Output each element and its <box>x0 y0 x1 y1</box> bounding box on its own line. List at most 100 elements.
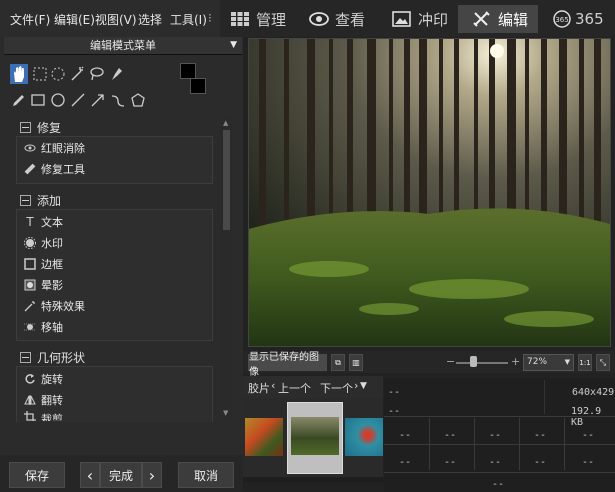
collapse-icon <box>20 195 31 206</box>
exif-cell: -- <box>399 430 412 441</box>
tab-develop[interactable]: 冲印 <box>386 5 462 33</box>
eye-icon <box>309 11 329 27</box>
365-icon: 365 <box>553 10 571 28</box>
one-to-one-button[interactable]: 1:1 <box>578 354 592 371</box>
ellipse-icon[interactable] <box>50 92 66 108</box>
line-icon[interactable] <box>70 92 86 108</box>
pen-icon[interactable] <box>10 92 26 108</box>
tab-view[interactable]: 查看 <box>303 5 379 33</box>
thumbnail-forest <box>291 417 339 455</box>
grid-icon <box>230 11 250 27</box>
photo-view[interactable] <box>248 38 611 347</box>
rotate-icon <box>24 373 36 385</box>
panel-dropdown-icon[interactable]: ▼ <box>230 37 237 54</box>
exif-cell: -- <box>582 457 595 468</box>
magic-wand-icon[interactable] <box>69 66 85 82</box>
finish-button[interactable]: 完成 <box>100 462 142 488</box>
zoom-select[interactable]: 72% ▼ <box>523 354 574 371</box>
tab-manage[interactable]: 管理 <box>226 5 300 33</box>
arrow-icon[interactable] <box>90 92 106 108</box>
menu-tools[interactable]: 工具(I) <box>170 11 207 28</box>
foreground-color-swatch[interactable] <box>180 63 196 79</box>
previous-button[interactable]: ‹ <box>80 462 100 488</box>
chevron-right-icon[interactable]: › <box>354 379 358 392</box>
list-item-flip[interactable]: 翻转 <box>24 392 63 408</box>
prev-image-link[interactable]: 上一个 <box>278 380 311 396</box>
zoom-in-icon[interactable]: + <box>511 355 520 368</box>
bandage-icon <box>24 163 36 175</box>
curve-icon[interactable] <box>110 92 126 108</box>
exif-cell: -- <box>489 457 502 468</box>
polygon-icon[interactable] <box>130 92 146 108</box>
tab-edit-label: 编辑 <box>498 10 529 29</box>
show-saved-image-button[interactable]: 显示已保存的图像 <box>248 352 327 378</box>
watermark-icon <box>24 237 36 249</box>
scroll-up-icon[interactable]: ▲ <box>223 119 228 127</box>
fit-icon[interactable]: ⤡ <box>596 354 610 371</box>
photo-icon <box>392 11 412 27</box>
list-item-special-effects[interactable]: 特殊效果 <box>24 298 85 314</box>
list-item-border[interactable]: 边框 <box>24 256 63 272</box>
svg-text:365: 365 <box>555 16 568 24</box>
histogram-icon[interactable]: ▥ <box>349 354 363 371</box>
zoom-value: 72% <box>527 357 548 367</box>
background-color-swatch[interactable] <box>190 78 206 94</box>
section-repair[interactable]: 修复 <box>20 119 61 136</box>
thumbnail-autumn[interactable] <box>245 418 283 456</box>
menu-file[interactable]: 文件(F) <box>10 11 50 28</box>
filmstrip-scrollbar[interactable] <box>243 477 383 482</box>
chevron-left-icon[interactable]: ‹ <box>271 379 275 392</box>
zoom-slider-handle[interactable] <box>470 356 477 367</box>
scroll-down-icon[interactable]: ▼ <box>223 409 228 417</box>
thumbnail-red-leaf[interactable] <box>345 418 383 456</box>
exif-cell: -- <box>489 430 502 441</box>
filmstrip-header: 胶片 ‹ 上一个 下一个 › ▼ <box>243 376 383 398</box>
zoom-slider[interactable] <box>456 362 508 364</box>
image-dimensions: 640x429 <box>572 387 615 398</box>
menu-edit[interactable]: 编辑(E) <box>54 11 95 28</box>
rect-select-icon[interactable] <box>32 66 48 82</box>
forest-photo <box>249 39 610 346</box>
section-add[interactable]: 添加 <box>20 192 61 209</box>
filmstrip-dropdown-icon[interactable]: ▼ <box>360 381 367 391</box>
flip-icon <box>24 394 36 406</box>
list-item-tilt-shift[interactable]: 移轴 <box>24 319 63 335</box>
panel-header[interactable]: 编辑模式菜单 ▼ <box>4 37 242 55</box>
next-image-link[interactable]: 下一个 <box>320 380 353 396</box>
list-item-redeye[interactable]: 红眼消除 <box>24 140 85 156</box>
hand-tool-icon[interactable] <box>10 64 28 84</box>
section-geometry[interactable]: 几何形状 <box>20 349 85 366</box>
menu-select[interactable]: 选择 <box>138 11 162 28</box>
cancel-button[interactable]: 取消 <box>178 462 234 488</box>
list-item-text[interactable]: T 文本 <box>24 214 63 230</box>
compare-icon[interactable]: ⧉ <box>331 354 345 371</box>
rectangle-icon[interactable] <box>30 92 46 108</box>
zoom-out-icon[interactable]: − <box>446 355 455 368</box>
lasso-icon[interactable] <box>88 66 104 82</box>
vignette-icon <box>24 279 36 291</box>
thumbnail-selected-frame[interactable] <box>287 402 343 474</box>
filmstrip <box>243 398 383 482</box>
ellipse-select-icon[interactable] <box>50 66 66 82</box>
menu-view[interactable]: 视图(V) <box>95 11 137 28</box>
list-item-crop[interactable]: 裁剪 <box>24 411 63 421</box>
list-item-rotate[interactable]: 旋转 <box>24 371 63 387</box>
collapse-icon <box>20 122 31 133</box>
info-row1-left: -- <box>388 387 401 398</box>
refine-brush-icon[interactable] <box>108 66 124 82</box>
panel-scroll-thumb[interactable] <box>223 130 230 230</box>
list-item-vignette[interactable]: 晕影 <box>24 277 63 293</box>
save-button[interactable]: 保存 <box>9 462 65 488</box>
magic-icon <box>24 300 36 312</box>
section-add-title: 添加 <box>37 194 62 208</box>
tab-edit[interactable]: 编辑 <box>458 5 538 33</box>
tab-view-label: 查看 <box>335 10 366 29</box>
menu-overflow[interactable]: ⁝ <box>208 11 212 25</box>
list-item-watermark[interactable]: 水印 <box>24 235 63 251</box>
exif-cell: -- <box>582 430 595 441</box>
list-item-repair-tool[interactable]: 修复工具 <box>24 161 85 177</box>
crop-icon <box>24 411 36 421</box>
next-button[interactable]: › <box>142 462 162 488</box>
section-geometry-title: 几何形状 <box>37 351 86 365</box>
tab-365[interactable]: 365 365 <box>553 5 613 33</box>
